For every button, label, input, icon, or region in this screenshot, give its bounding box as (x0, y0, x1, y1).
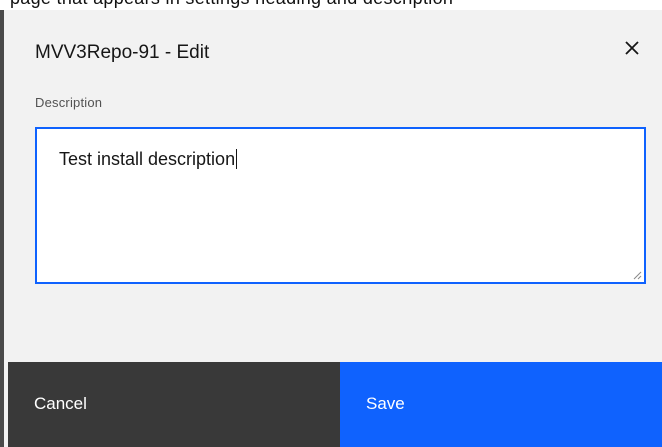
edit-modal: MVV3Repo-91 - Edit Description Test inst… (8, 10, 662, 447)
close-button[interactable] (618, 34, 646, 62)
save-button[interactable]: Save (340, 362, 662, 447)
background-cutoff-text: page that appears in settings heading an… (10, 0, 453, 9)
description-value: Test install description (59, 149, 236, 169)
description-textarea[interactable]: Test install description (35, 127, 646, 284)
close-icon (625, 41, 639, 55)
description-label: Description (35, 95, 103, 110)
text-caret (236, 149, 238, 169)
cancel-button[interactable]: Cancel (8, 362, 340, 447)
resize-handle-icon[interactable] (632, 270, 642, 280)
screen: page that appears in settings heading an… (0, 0, 662, 447)
background-overlay-edge (0, 10, 4, 447)
background-page-text: page that appears in settings heading an… (0, 0, 662, 10)
description-text: Test install description (59, 149, 238, 170)
modal-title: MVV3Repo-91 - Edit (35, 42, 210, 63)
